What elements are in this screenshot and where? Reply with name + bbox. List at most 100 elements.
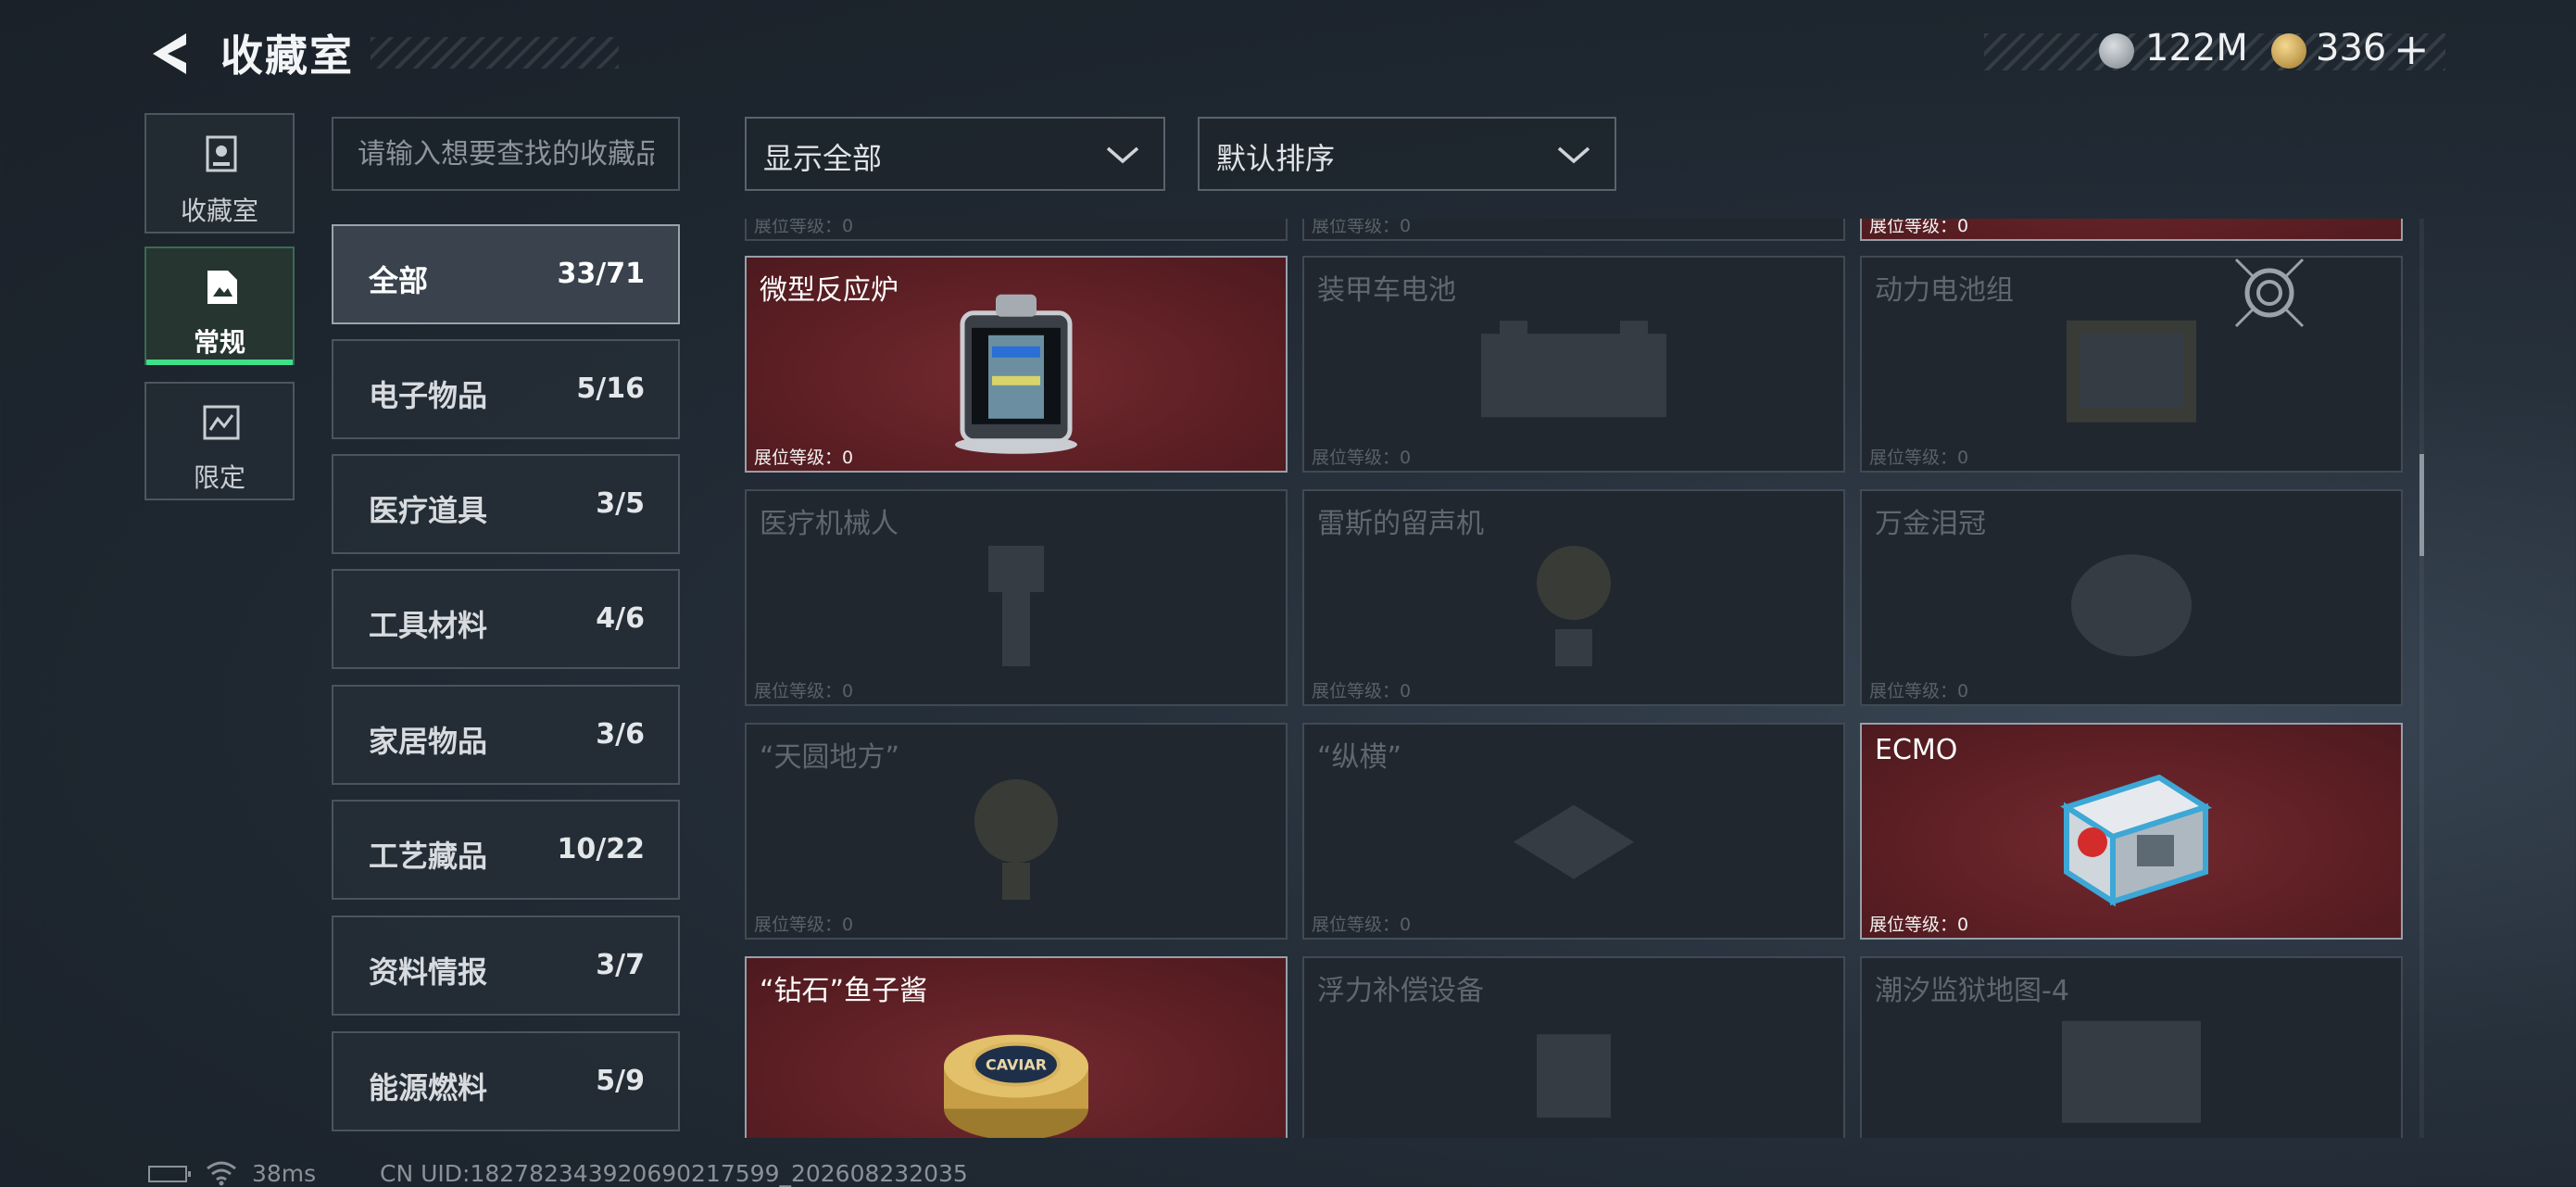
- tab-limited-label: 限定: [193, 462, 245, 493]
- collection-card-ecmo[interactable]: ECMO 展位等级：0: [1860, 723, 2403, 940]
- collection-card-tidal-prison-map[interactable]: 潮汐监狱地图-4 展位等级：0: [1860, 956, 2403, 1138]
- collection-card-power-battery-pack[interactable]: 动力电池组 展位等级：0: [1860, 256, 2403, 473]
- tab-collection-room-label: 收藏室: [180, 196, 258, 226]
- collection-card-heaven-earth[interactable]: “天圆地方” 展位等级：0: [745, 723, 1288, 940]
- category-crafts[interactable]: 工艺藏品 10/22: [332, 800, 680, 900]
- collection-card-partial[interactable]: 展位等级：0: [1860, 219, 2403, 241]
- coin-icon: [2099, 33, 2134, 69]
- category-name: 工艺藏品: [369, 839, 488, 874]
- premium-currency-icon: [2271, 33, 2306, 69]
- robot-icon: [988, 546, 1044, 666]
- category-count: 4/6: [596, 602, 645, 635]
- collection-card-micro-reactor[interactable]: 微型反应炉 展位等级：0: [745, 256, 1288, 473]
- booth-level: 展位等级：0: [754, 448, 854, 468]
- item-name: 装甲车电池: [1317, 274, 1456, 307]
- scrollbar-thumb[interactable]: [2419, 454, 2424, 556]
- scrollbar-track[interactable]: [2419, 219, 2424, 1138]
- category-name: 资料情报: [369, 954, 488, 990]
- tab-limited[interactable]: 限定: [145, 382, 295, 500]
- category-count: 33/71: [557, 258, 645, 290]
- currency-coin-value: 122M: [2145, 27, 2248, 69]
- display-filter-dropdown[interactable]: 显示全部: [745, 117, 1165, 191]
- category-count: 5/16: [576, 373, 645, 405]
- caviar-tin-icon: CAVIAR: [944, 1034, 1088, 1138]
- item-name: 微型反应炉: [760, 274, 898, 307]
- collection-card-partial[interactable]: 展位等级：0: [1302, 219, 1845, 241]
- chessboard-icon: [1514, 804, 1634, 879]
- svg-text:CAVIAR: CAVIAR: [986, 1056, 1047, 1074]
- item-name: 浮力补偿设备: [1317, 975, 1484, 1007]
- battery-pack-icon: [2067, 320, 2196, 423]
- item-name: 潮汐监狱地图-4: [1875, 975, 2069, 1007]
- category-name: 家居物品: [369, 724, 488, 759]
- category-household[interactable]: 家居物品 3/6: [332, 685, 680, 785]
- collection-card-medical-robot[interactable]: 医疗机械人 展位等级：0: [745, 489, 1288, 706]
- booth-level: 展位等级：0: [754, 681, 854, 701]
- collection-card-buoyancy-device[interactable]: 浮力补偿设备 展位等级：0: [1302, 956, 1845, 1138]
- category-count: 3/6: [596, 718, 645, 751]
- target-icon: [2234, 258, 2305, 328]
- ping-readout: 38ms: [252, 1160, 317, 1187]
- collection-icon: [206, 135, 237, 172]
- tab-regular-label: 常规: [193, 327, 245, 358]
- buoyancy-device-icon: [1537, 1034, 1611, 1118]
- collection-card-phonograph[interactable]: 雷斯的留声机 展位等级：0: [1302, 489, 1845, 706]
- collection-card-diamond-caviar[interactable]: “钻石”鱼子酱 CAVIAR 展位等级：0: [745, 956, 1288, 1138]
- tab-collection-room[interactable]: 收藏室: [145, 113, 295, 234]
- currency-premium-value: 336: [2316, 27, 2387, 69]
- category-all[interactable]: 全部 33/71: [332, 224, 680, 324]
- ecmo-machine-icon: [2060, 774, 2212, 907]
- search-input[interactable]: [332, 117, 680, 191]
- collection-card-partial[interactable]: 展位等级：0: [745, 219, 1288, 241]
- chevron-down-icon: [1106, 146, 1139, 164]
- category-count: 5/9: [596, 1065, 645, 1097]
- category-intel[interactable]: 资料情报 3/7: [332, 916, 680, 1016]
- booth-level: 展位等级：0: [1869, 448, 1969, 468]
- back-button[interactable]: [144, 26, 199, 82]
- item-name: 医疗机械人: [760, 508, 898, 540]
- collection-grid: 展位等级：0 展位等级：0 展位等级：0 微型反应炉 展位等级：0 装甲车电池 …: [741, 219, 2408, 1138]
- collection-card-tear-crown[interactable]: 万金泪冠 展位等级：0: [1860, 489, 2403, 706]
- sort-dropdown[interactable]: 默认排序: [1198, 117, 1616, 191]
- booth-level: 展位等级：0: [1869, 915, 1969, 935]
- active-tab-indicator: [146, 360, 293, 365]
- sort-value: 默认排序: [1216, 141, 1336, 176]
- category-tools[interactable]: 工具材料 4/6: [332, 569, 680, 669]
- limited-icon: [203, 405, 240, 440]
- item-name: “钻石”鱼子酱: [760, 975, 928, 1007]
- collection-card-zongheng[interactable]: “纵横” 展位等级：0: [1302, 723, 1845, 940]
- item-name: 动力电池组: [1875, 274, 2014, 307]
- booth-level: 展位等级：0: [1312, 681, 1412, 701]
- category-energy[interactable]: 能源燃料 5/9: [332, 1031, 680, 1131]
- booth-level: 展位等级：0: [1312, 448, 1412, 468]
- item-name: “纵横”: [1317, 741, 1402, 774]
- phonograph-icon: [1537, 546, 1611, 666]
- category-count: 3/5: [596, 487, 645, 520]
- chevron-down-icon: [1557, 146, 1590, 164]
- category-electronics[interactable]: 电子物品 5/16: [332, 339, 680, 439]
- category-medical[interactable]: 医疗道具 3/5: [332, 454, 680, 554]
- category-name: 工具材料: [369, 608, 488, 643]
- booth-level: 展位等级：0: [754, 915, 854, 935]
- reactor-icon: [955, 294, 1077, 454]
- page-title: 收藏室: [220, 31, 354, 81]
- item-name: 万金泪冠: [1875, 508, 1986, 540]
- category-name: 全部: [369, 263, 429, 298]
- item-name: 雷斯的留声机: [1317, 508, 1484, 540]
- crown-icon: [2071, 554, 2192, 657]
- battery-icon: [148, 1166, 191, 1182]
- item-name: ECMO: [1875, 734, 1958, 766]
- collection-card-armored-vehicle-battery[interactable]: 装甲车电池 展位等级：0: [1302, 256, 1845, 473]
- booth-level: 展位等级：0: [1869, 681, 1969, 701]
- back-arrow-icon: [153, 33, 186, 74]
- category-name: 电子物品: [369, 378, 488, 413]
- user-uid: CN UID:1827823439206902175​99_2026082320…: [380, 1160, 968, 1187]
- category-name: 能源燃料: [369, 1070, 488, 1105]
- map-icon: [2062, 1020, 2201, 1123]
- wifi-icon: [207, 1161, 236, 1186]
- document-icon: [207, 271, 237, 304]
- item-name: “天圆地方”: [760, 741, 900, 774]
- category-count: 3/7: [596, 949, 645, 981]
- add-currency-button[interactable]: +: [2394, 24, 2430, 74]
- tab-regular[interactable]: 常规: [145, 246, 295, 365]
